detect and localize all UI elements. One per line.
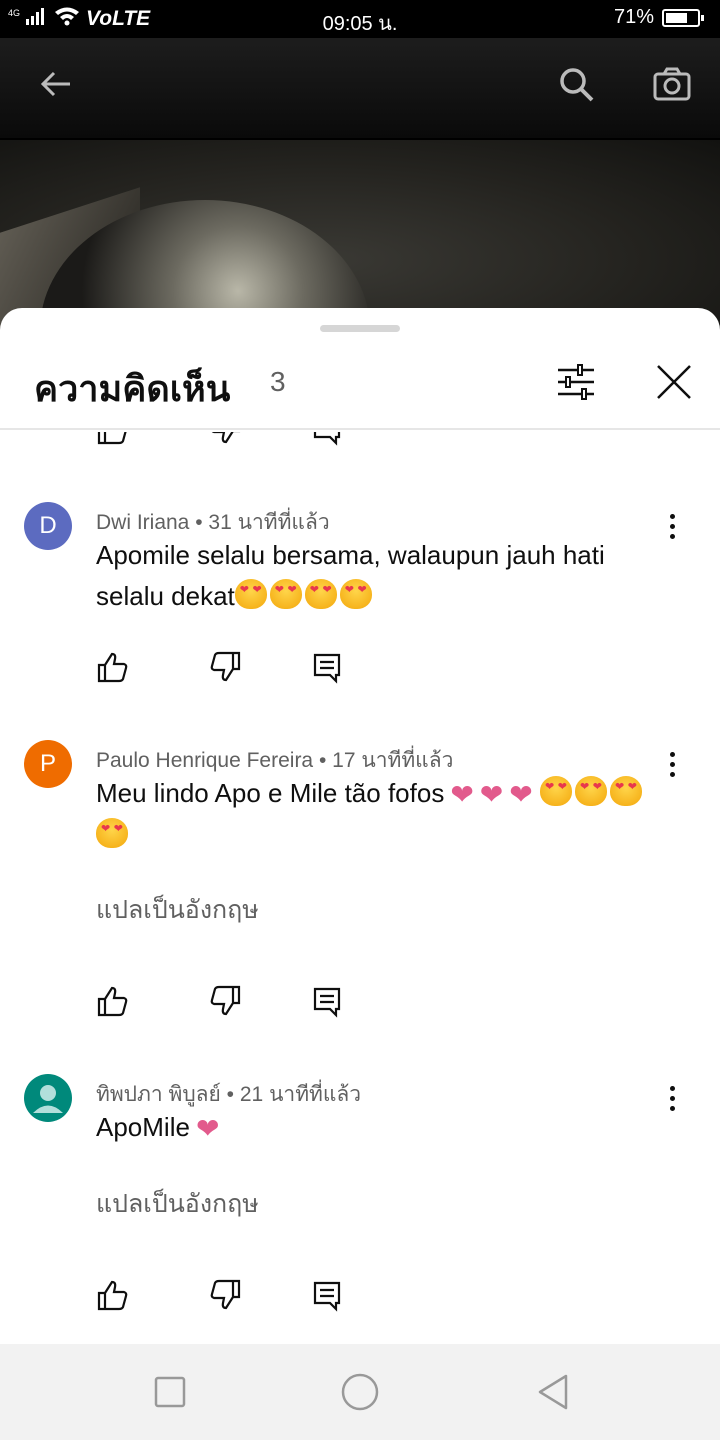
avatar[interactable]: D bbox=[24, 502, 72, 550]
comment-actions bbox=[96, 984, 396, 1020]
status-time: 09:05 น. bbox=[322, 13, 398, 35]
system-nav-bar bbox=[0, 1344, 720, 1440]
heart-eyes-emoji-icon bbox=[539, 776, 572, 806]
thumbs-up-icon[interactable] bbox=[96, 1278, 130, 1312]
default-avatar-icon bbox=[33, 1085, 63, 1113]
heart-eyes-emoji-icon bbox=[339, 579, 372, 609]
comment-text-content: ApoMile bbox=[96, 1112, 190, 1142]
translate-link[interactable]: แปลเป็นอังกฤษ bbox=[96, 890, 259, 930]
thumbs-up-icon[interactable] bbox=[96, 650, 130, 684]
comment-emojis: ❤ bbox=[190, 1112, 220, 1144]
comment-text: Meu lindo Apo e Mile tão fofos ❤ ❤ ❤ bbox=[96, 773, 666, 856]
comment-time: 21 นาทีที่แล้ว bbox=[239, 1083, 362, 1106]
heart-eyes-emoji-icon bbox=[609, 776, 642, 806]
heart-eyes-emoji-icon bbox=[269, 579, 302, 609]
sliders-icon[interactable] bbox=[552, 358, 600, 406]
drag-handle[interactable] bbox=[320, 325, 400, 332]
status-right: 71% bbox=[613, 6, 704, 29]
heart-eyes-emoji-icon bbox=[234, 579, 267, 609]
reply-icon[interactable] bbox=[310, 984, 344, 1018]
heart-emoji-icon: ❤ bbox=[509, 779, 533, 810]
close-icon[interactable] bbox=[650, 358, 698, 406]
heart-eyes-emoji-icon bbox=[574, 776, 607, 806]
thumbs-down-icon bbox=[211, 432, 241, 444]
avatar[interactable]: P bbox=[24, 740, 72, 788]
previous-comment-actions bbox=[0, 432, 720, 446]
comments-title: ความคิดเห็น bbox=[34, 369, 231, 410]
comments-sheet: ความคิดเห็น 3 D Dwi Iriana • 31 นาทีที่แ… bbox=[0, 308, 720, 1344]
avatar[interactable] bbox=[24, 1074, 72, 1122]
comment-emojis bbox=[234, 579, 375, 611]
comment-actions bbox=[96, 650, 396, 686]
comment-text: ApoMile ❤ bbox=[96, 1107, 666, 1149]
battery-fill bbox=[666, 12, 688, 23]
comment-time: 17 นาทีที่แล้ว bbox=[332, 749, 454, 772]
circle-icon[interactable] bbox=[340, 1372, 380, 1412]
comment-time: 31 นาทีที่แล้ว bbox=[208, 511, 330, 534]
battery-percent: 71% bbox=[613, 6, 654, 28]
battery-icon bbox=[662, 8, 704, 27]
heart-eyes-emoji-icon bbox=[304, 579, 337, 609]
reply-icon bbox=[313, 432, 341, 446]
heart-emoji-icon: ❤ bbox=[450, 779, 474, 810]
translate-link[interactable]: แปลเป็นอังกฤษ bbox=[96, 1184, 259, 1224]
reply-icon[interactable] bbox=[310, 1278, 344, 1312]
comment-actions bbox=[96, 1278, 396, 1314]
heart-emoji-icon: ❤ bbox=[195, 1113, 220, 1144]
comments-header: ความคิดเห็น 3 bbox=[0, 336, 720, 430]
battery-nub bbox=[701, 14, 704, 21]
square-icon[interactable] bbox=[150, 1372, 190, 1412]
thumbs-down-icon[interactable] bbox=[208, 1278, 242, 1312]
comment-author[interactable]: Paulo Henrique Fereira bbox=[96, 749, 313, 772]
thumbs-down-icon[interactable] bbox=[208, 650, 242, 684]
arrow-left-icon[interactable] bbox=[32, 60, 80, 108]
video-top-strip bbox=[0, 38, 720, 138]
heart-emoji-icon: ❤ bbox=[479, 779, 504, 810]
camera-icon[interactable] bbox=[648, 60, 696, 108]
status-bar: 4G VoLTE 09:05 น. 71% bbox=[0, 0, 720, 38]
comment-author[interactable]: Dwi Iriana bbox=[96, 511, 189, 534]
comments-count: 3 bbox=[270, 366, 286, 397]
heart-eyes-emoji-icon bbox=[96, 818, 128, 848]
thumbs-up-icon[interactable] bbox=[96, 984, 130, 1018]
comment-text-content: Meu lindo Apo e Mile tão fofos bbox=[96, 778, 445, 808]
triangle-back-icon[interactable] bbox=[534, 1372, 574, 1412]
thumbs-down-icon[interactable] bbox=[208, 984, 242, 1018]
comment-text: Apomile selalu bersama, walaupun jauh ha… bbox=[96, 535, 666, 617]
search-icon[interactable] bbox=[552, 60, 600, 108]
reply-icon[interactable] bbox=[310, 650, 344, 684]
thumbs-up-icon bbox=[97, 432, 127, 445]
comment-author[interactable]: ทิพปภา พิบูลย์ bbox=[96, 1083, 221, 1106]
